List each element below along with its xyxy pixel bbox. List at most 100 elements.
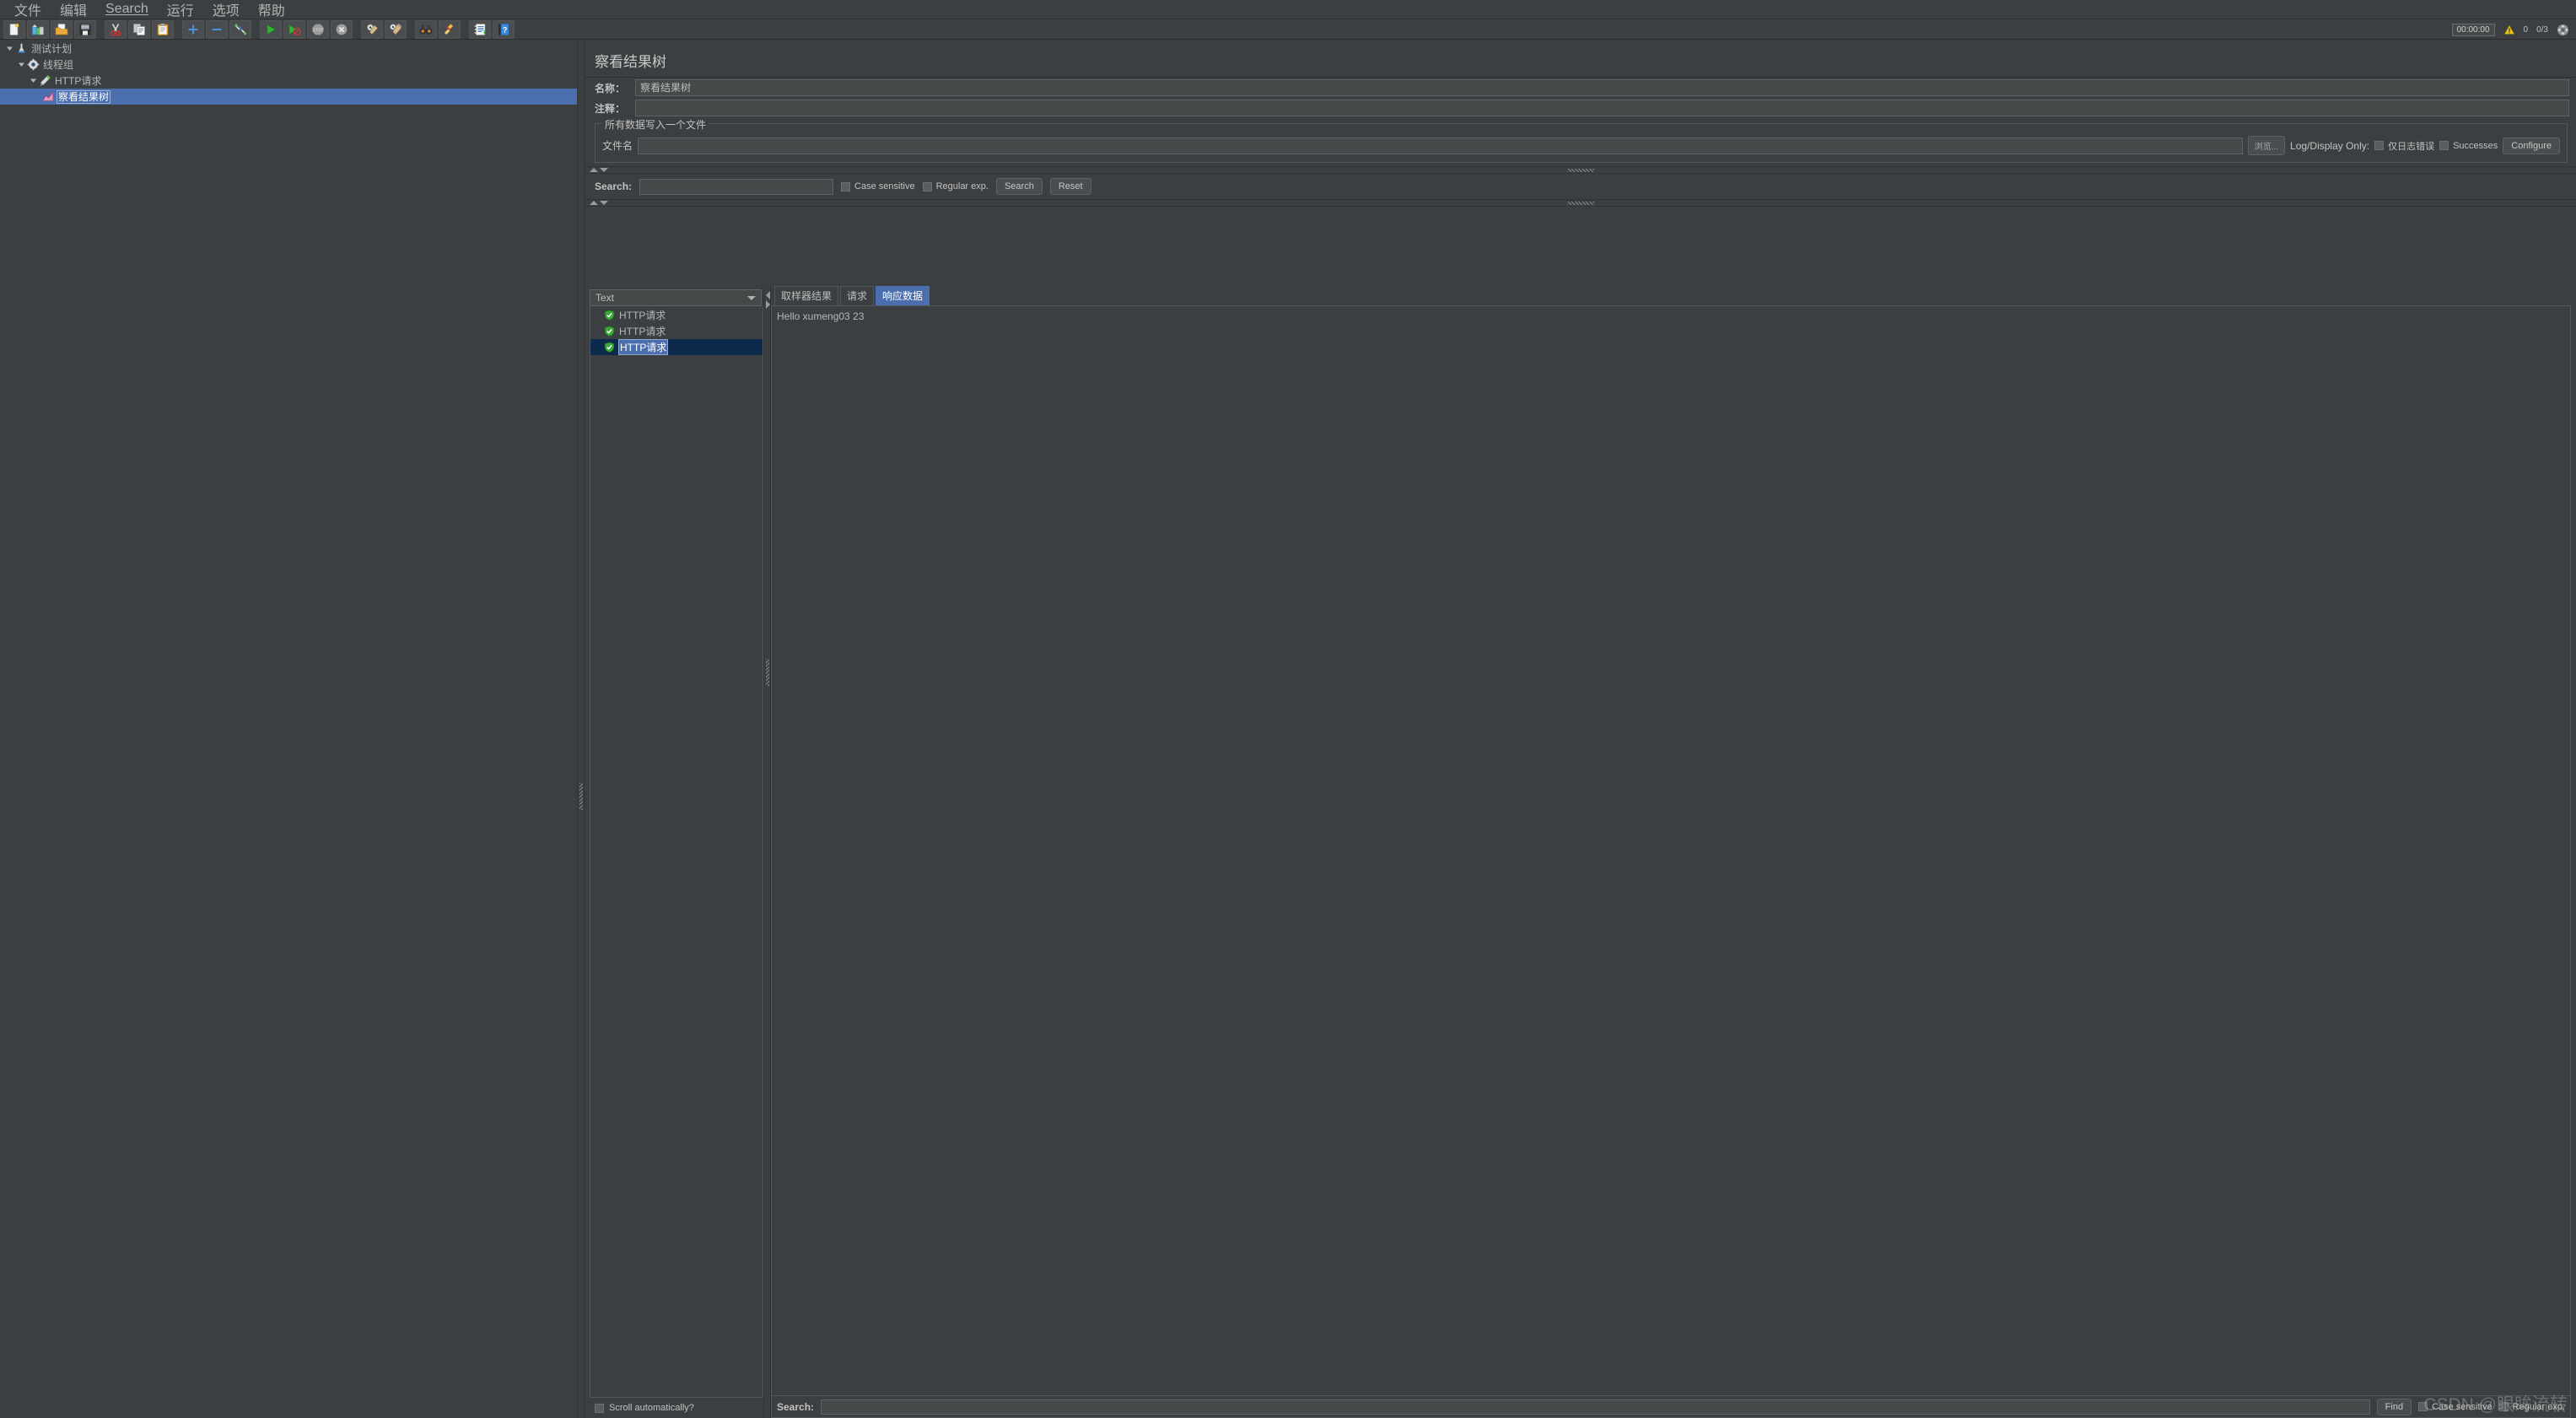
menu-bar: 文件 编辑 Search 运行 选项 帮助 (0, 0, 2576, 19)
comment-label: 注释： (595, 102, 626, 115)
expand-plus-icon (188, 24, 198, 34)
checkbox-box[interactable] (2374, 141, 2385, 150)
toolbar-separator (253, 20, 260, 39)
chevron-down-icon[interactable] (747, 295, 756, 300)
find-case-sensitive-checkbox[interactable]: Case sensitive (2418, 1402, 2492, 1412)
results-splitter-handle[interactable] (763, 288, 771, 1418)
find-button[interactable]: Find (2376, 1398, 2412, 1415)
comment-input[interactable] (635, 100, 2569, 116)
save-test-plan-button[interactable] (74, 19, 96, 39)
tree-node-thread-group[interactable]: 线程组 (0, 57, 577, 73)
function-helper-button[interactable] (469, 19, 491, 39)
templates-button[interactable] (27, 19, 49, 39)
tab-response-data[interactable]: 响应数据 (876, 286, 930, 305)
collapse-all-button[interactable] (206, 19, 228, 39)
find-regex-checkbox[interactable]: Regular exp. (2498, 1402, 2565, 1412)
regular-expression-checkbox[interactable]: Regular exp. (922, 181, 989, 191)
search-reset-button[interactable] (439, 19, 461, 39)
collapse-left-icon[interactable] (766, 291, 770, 299)
clear-all-button[interactable] (385, 19, 407, 39)
scroll-automatically-checkbox[interactable]: Scroll automatically? (590, 1398, 763, 1418)
name-input[interactable]: 察看结果树 (635, 79, 2569, 96)
stop-button[interactable]: STOP (307, 19, 329, 39)
test-plan-tree[interactable]: 测试计划 线程组 HTTP请求 察看结果树 (0, 40, 577, 1418)
new-file-icon (9, 23, 19, 35)
expand-all-button[interactable] (182, 19, 204, 39)
tree-node-label: HTTP请求 (55, 74, 102, 87)
menu-item-run[interactable]: 运行 (158, 0, 203, 21)
reset-button[interactable]: Reset (1049, 178, 1091, 195)
open-test-plan-button[interactable] (51, 19, 73, 39)
expand-toggle-icon[interactable] (17, 60, 26, 69)
search-label: Search: (595, 181, 633, 192)
find-input[interactable] (821, 1399, 2370, 1415)
clear-button[interactable] (361, 19, 383, 39)
case-sensitive-checkbox[interactable]: Case sensitive (841, 181, 915, 191)
list-item-label: HTTP请求 (617, 339, 669, 355)
expand-down-icon[interactable] (600, 201, 608, 205)
search-binoculars-icon (419, 24, 433, 35)
checkbox-box[interactable] (841, 181, 851, 191)
shutdown-button[interactable] (331, 19, 353, 39)
success-shield-icon (604, 326, 615, 337)
tab-sampler-result[interactable]: 取样器结果 (774, 286, 839, 305)
warning-triangle-icon[interactable] (2503, 24, 2515, 35)
response-data-panel[interactable]: Hello xumeng03 23 (771, 305, 2571, 1396)
tree-node-view-results-tree[interactable]: 察看结果树 (0, 89, 577, 105)
list-item[interactable]: HTTP请求 (590, 323, 763, 339)
menu-item-file[interactable]: 文件 (5, 0, 51, 21)
filename-input[interactable] (638, 137, 2243, 154)
tree-node-test-plan[interactable]: 测试计划 (0, 40, 577, 57)
configure-button[interactable]: Configure (2503, 137, 2560, 154)
expand-arrows-icon[interactable] (2557, 24, 2569, 36)
start-button[interactable] (260, 19, 282, 39)
checkbox-box[interactable] (2439, 141, 2449, 150)
copy-button[interactable] (128, 19, 150, 39)
paste-button[interactable] (152, 19, 174, 39)
browse-button[interactable]: 浏览... (2247, 136, 2286, 155)
toolbar-separator (175, 20, 182, 39)
test-plan-icon (18, 43, 25, 53)
menu-item-options[interactable]: 选项 (203, 0, 249, 21)
response-body-text: Hello xumeng03 23 (777, 310, 865, 322)
expand-down-icon[interactable] (600, 168, 608, 172)
upper-splitter[interactable] (585, 166, 2576, 174)
filename-row: 文件名 浏览... Log/Display Only: 仅日志错误 Succes… (602, 136, 2560, 155)
expand-toggle-icon[interactable] (29, 76, 38, 85)
cut-button[interactable] (105, 19, 127, 39)
menu-item-search[interactable]: Search (96, 0, 158, 19)
errors-only-checkbox[interactable]: 仅日志错误 (2374, 139, 2434, 153)
lower-splitter[interactable] (585, 199, 2576, 207)
expand-right-icon[interactable] (766, 300, 770, 309)
expand-toggle-icon[interactable] (5, 44, 14, 53)
search-button[interactable]: Search (995, 178, 1043, 195)
search-tree-button[interactable] (415, 19, 437, 39)
main-splitter-handle[interactable] (577, 40, 585, 1418)
start-no-pauses-button[interactable] (283, 19, 305, 39)
search-input[interactable] (639, 178, 834, 195)
tree-node-http-request[interactable]: HTTP请求 (0, 73, 577, 89)
tab-request[interactable]: 请求 (840, 286, 875, 305)
toggle-icon (234, 23, 247, 35)
checkbox-box[interactable] (2498, 1402, 2509, 1411)
list-item[interactable]: HTTP请求 (590, 307, 763, 323)
collapse-up-icon[interactable] (590, 201, 598, 205)
checkbox-label: 仅日志错误 (2388, 141, 2435, 152)
success-shield-icon (604, 342, 615, 353)
elapsed-timer: 00:00:00 (2451, 23, 2495, 36)
warning-count: 0 (2523, 24, 2529, 35)
help-button[interactable]: ? (493, 19, 515, 39)
collapse-up-icon[interactable] (590, 168, 598, 172)
list-item[interactable]: HTTP请求 (590, 339, 763, 355)
menu-item-edit[interactable]: 编辑 (51, 0, 96, 21)
checkbox-box[interactable] (922, 181, 932, 191)
successes-checkbox[interactable]: Successes (2439, 141, 2498, 151)
toggle-enable-button[interactable] (229, 19, 251, 39)
http-request-pen-icon (40, 75, 51, 87)
menu-item-help[interactable]: 帮助 (249, 0, 294, 21)
new-test-plan-button[interactable] (3, 19, 25, 39)
sample-result-list[interactable]: HTTP请求 HTTP请求 HTTP请求 (590, 307, 763, 1398)
renderer-dropdown[interactable]: Text (590, 289, 762, 306)
checkbox-box[interactable] (2418, 1402, 2428, 1411)
checkbox-box[interactable] (595, 1403, 604, 1413)
